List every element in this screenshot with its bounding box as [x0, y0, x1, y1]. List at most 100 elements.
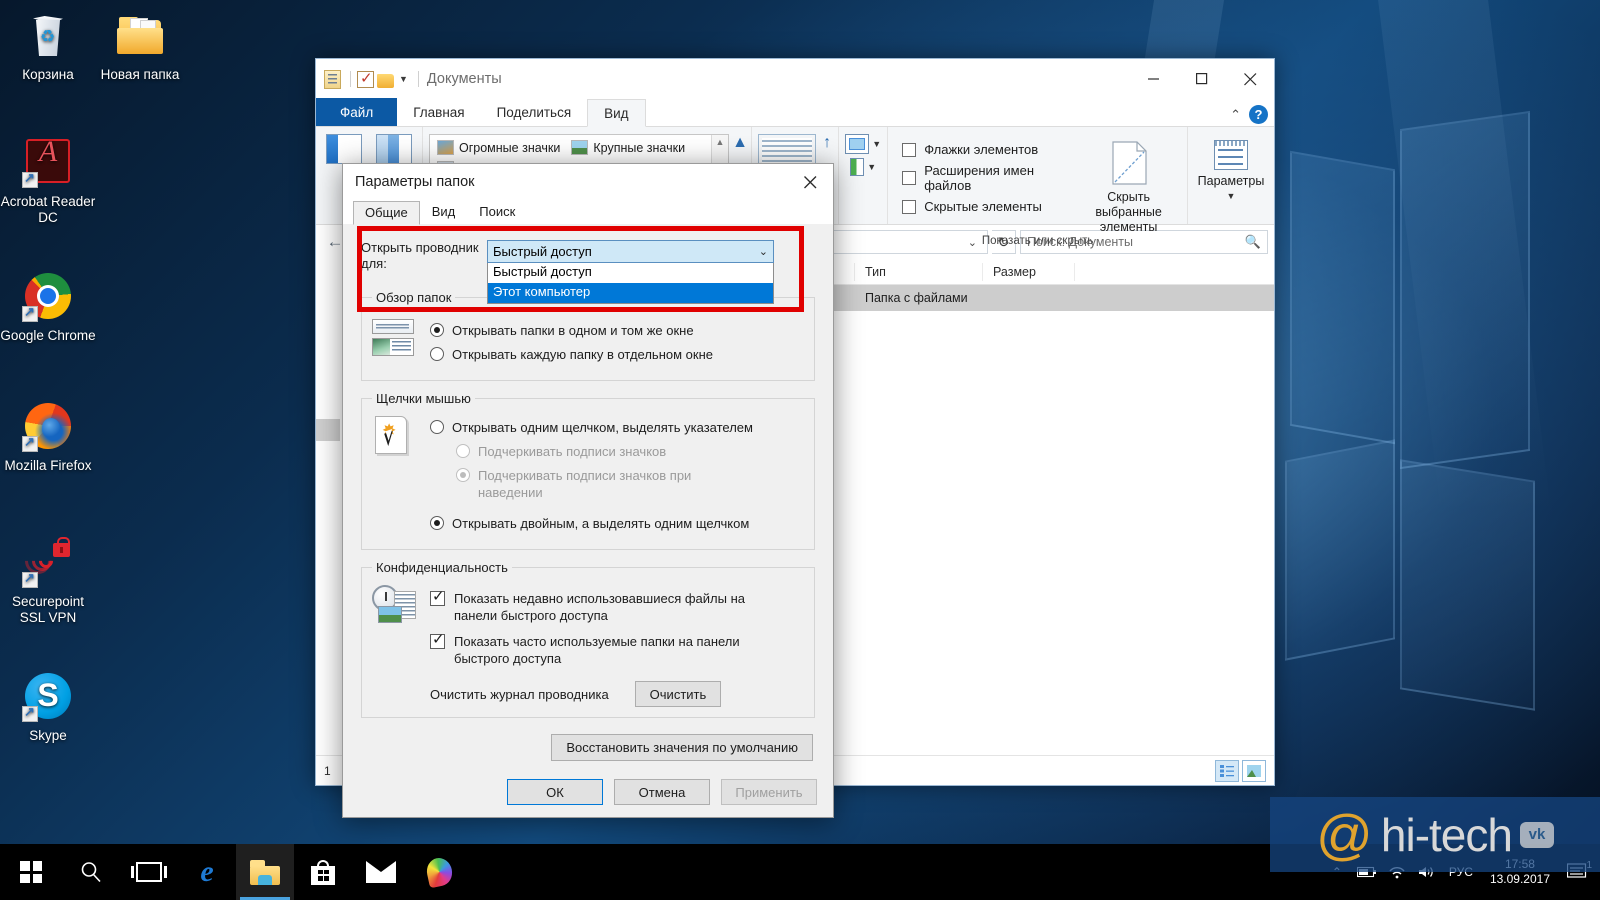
ribbon-right-controls: ⌃ ? [1230, 105, 1268, 124]
size-all-columns-button[interactable]: ▼ [850, 158, 876, 176]
checkbox-hidden-items[interactable]: Скрытые элементы [902, 199, 1064, 214]
options-icon [1214, 140, 1248, 170]
checkbox-icon[interactable] [430, 591, 445, 606]
dialog-tab-general[interactable]: Общие [353, 201, 420, 225]
customize-toolbar-caret-icon[interactable]: ▼ [399, 74, 408, 84]
start-button[interactable] [0, 844, 62, 900]
tab-view[interactable]: Вид [587, 99, 645, 127]
ok-button[interactable]: ОК [507, 779, 603, 805]
checkbox-file-extensions[interactable]: Расширения имен файлов [902, 163, 1064, 193]
chevron-down-icon[interactable]: ⌄ [759, 245, 768, 258]
radio-icon[interactable] [430, 420, 444, 434]
checkbox-icon[interactable] [430, 634, 445, 649]
column-header-type[interactable]: Тип [855, 263, 983, 281]
checkbox-recent-files[interactable]: Показать недавно использовавшиеся файлы … [430, 590, 804, 624]
icon-size-huge[interactable]: Огромные значки [434, 140, 568, 155]
battery-icon[interactable] [1352, 866, 1382, 878]
desktop-icon-acrobat-reader[interactable]: Acrobat Reader DC [0, 137, 96, 226]
action-center-button[interactable]: 1 [1560, 863, 1594, 881]
radio-icon[interactable] [430, 516, 444, 530]
radio-single-click[interactable]: Открывать одним щелчком, выделять указат… [430, 419, 804, 436]
radio-double-click[interactable]: Открывать двойным, а выделять одним щелч… [430, 515, 804, 532]
dialog-title-bar[interactable]: Параметры папок [343, 164, 833, 200]
apply-button[interactable]: Применить [721, 779, 817, 805]
search-button[interactable] [62, 844, 120, 900]
radio-icon[interactable] [430, 347, 444, 361]
cancel-button[interactable]: Отмена [614, 779, 710, 805]
preview-pane-icon [376, 134, 412, 164]
chevron-down-icon[interactable]: ▼ [1227, 189, 1236, 204]
desktop-icon-securepoint-vpn[interactable]: Securepoint SSL VPN [0, 537, 96, 626]
show-hidden-icons-button[interactable]: ⌃ [1322, 865, 1352, 879]
edge-button[interactable]: e [178, 844, 236, 900]
minimize-button[interactable] [1130, 59, 1178, 99]
options-button[interactable]: Параметры ▼ [1194, 134, 1268, 204]
desktop-icon-new-folder[interactable]: Новая папка [92, 12, 188, 83]
skype-icon [24, 673, 72, 721]
clock[interactable]: 17:58 13.09.2017 [1480, 857, 1560, 887]
close-button[interactable] [1226, 59, 1274, 99]
dropdown-selected-value[interactable]: Быстрый доступ ⌄ [487, 240, 774, 263]
clear-button[interactable]: Очистить [635, 681, 722, 707]
ribbon-group-show-hide: Флажки элементов Расширения имен файлов … [887, 127, 1187, 224]
tab-file[interactable]: Файл [316, 98, 397, 126]
search-icon[interactable]: 🔍 [1245, 234, 1261, 250]
desktop-icon-label: Securepoint SSL VPN [0, 594, 96, 626]
hide-selected-items-button[interactable]: Скрыть выбранные элементы [1076, 134, 1181, 235]
mail-button[interactable] [352, 844, 410, 900]
radio-separate-window[interactable]: Открывать каждую папку в отдельном окне [430, 346, 804, 363]
task-view-button[interactable] [120, 844, 178, 900]
dialog-close-button[interactable] [788, 164, 833, 200]
icon-size-large[interactable]: Крупные значки [568, 140, 693, 155]
chevron-down-icon[interactable]: ▼ [867, 162, 876, 172]
store-button[interactable] [294, 844, 352, 900]
new-folder-icon[interactable] [377, 74, 394, 88]
folder-icon [116, 12, 164, 60]
restore-defaults-button[interactable]: Восстановить значения по умолчанию [551, 734, 813, 761]
desktop-icon-recycle-bin[interactable]: ♻ Корзина [0, 12, 96, 83]
checkbox-icon[interactable] [902, 171, 916, 185]
explorer-title-bar[interactable]: ▼ Документы [316, 59, 1274, 99]
firefox-icon [24, 403, 72, 451]
checkbox-frequent-folders[interactable]: Показать часто используемые папки на пан… [430, 633, 804, 667]
open-explorer-dropdown[interactable]: Быстрый доступ ⌄ Быстрый доступ Этот ком… [487, 240, 774, 304]
wifi-icon[interactable] [1382, 865, 1412, 879]
ribbon-group-label [1194, 209, 1268, 224]
desktop-icon-mozilla-firefox[interactable]: Mozilla Firefox [0, 402, 96, 474]
large-icons-view-button[interactable] [1242, 760, 1266, 782]
file-explorer-button[interactable] [236, 844, 294, 900]
desktop-icon-label: Acrobat Reader DC [0, 194, 96, 226]
folders-preview-icon [372, 315, 418, 357]
layout-scroll-up-icon[interactable]: ▲ [735, 134, 745, 152]
huge-icons-icon [437, 140, 454, 155]
desktop-icon-area: ♻ Корзина Новая папка Acrobat Reader DC … [0, 0, 230, 820]
chevron-down-icon[interactable]: ▼ [872, 139, 881, 149]
paint3d-button[interactable] [410, 844, 468, 900]
checkbox-icon[interactable] [902, 143, 916, 157]
tab-home[interactable]: Главная [397, 99, 480, 126]
desktop-icon-skype[interactable]: Skype [0, 672, 96, 744]
add-columns-button[interactable]: ▼ [845, 134, 881, 154]
nav-pane-selected-item[interactable] [316, 419, 340, 441]
desktop-icon-label: Новая папка [92, 67, 188, 83]
speaker-icon[interactable] [1412, 865, 1442, 879]
checkbox-item-checkboxes[interactable]: Флажки элементов [902, 142, 1064, 157]
dropdown-option-this-pc[interactable]: Этот компьютер [488, 283, 773, 303]
details-view-button[interactable] [1215, 760, 1239, 782]
column-header-size[interactable]: Размер [983, 263, 1075, 281]
language-indicator[interactable]: РУС [1442, 865, 1480, 879]
radio-same-window[interactable]: Открывать папки в одном и том же окне [430, 322, 804, 339]
tab-share[interactable]: Поделиться [481, 99, 588, 126]
help-icon[interactable]: ? [1249, 105, 1268, 124]
checkbox-icon[interactable] [902, 200, 916, 214]
dialog-tab-view[interactable]: Вид [420, 200, 468, 224]
dropdown-option-quick-access[interactable]: Быстрый доступ [488, 263, 773, 283]
privacy-history-icon [372, 581, 418, 623]
new-folder-check-icon[interactable] [357, 71, 374, 88]
properties-icon[interactable] [324, 70, 341, 89]
collapse-ribbon-icon[interactable]: ⌃ [1230, 107, 1241, 123]
dialog-tab-search[interactable]: Поиск [467, 200, 527, 224]
desktop-icon-google-chrome[interactable]: Google Chrome [0, 272, 96, 344]
maximize-button[interactable] [1178, 59, 1226, 99]
radio-icon[interactable] [430, 323, 444, 337]
